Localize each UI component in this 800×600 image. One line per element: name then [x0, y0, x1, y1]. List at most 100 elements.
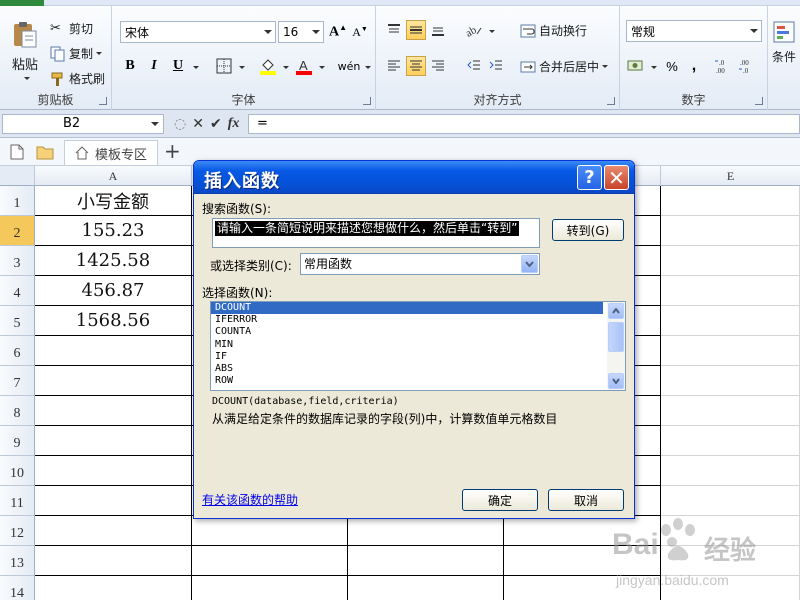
fill-color-button[interactable]: [258, 56, 278, 76]
row-header[interactable]: 3: [0, 246, 35, 276]
copy-button[interactable]: 复制: [50, 45, 103, 62]
grid-cell[interactable]: [661, 216, 800, 246]
border-dropdown-icon[interactable]: [239, 66, 245, 69]
underline-button[interactable]: U: [168, 56, 188, 76]
scroll-down-icon[interactable]: [608, 373, 624, 389]
scroll-thumb[interactable]: [608, 322, 624, 352]
column-header-a[interactable]: A: [35, 166, 192, 186]
row-header[interactable]: 14: [0, 576, 35, 600]
grid-cell[interactable]: 1425.58: [35, 246, 192, 276]
grid-cell[interactable]: [661, 426, 800, 456]
italic-button[interactable]: I: [144, 56, 164, 76]
align-left-button[interactable]: [384, 56, 404, 76]
grid-cell[interactable]: [35, 486, 192, 516]
grid-cell[interactable]: [661, 276, 800, 306]
decrease-indent-button[interactable]: [464, 56, 484, 76]
grid-cell[interactable]: [661, 366, 800, 396]
paste-button[interactable]: 粘贴: [6, 20, 44, 80]
grid-cell[interactable]: [35, 576, 192, 600]
function-list-item[interactable]: IFERROR: [211, 314, 603, 326]
font-color-dropdown-icon[interactable]: [319, 66, 325, 69]
grid-cell[interactable]: [661, 186, 800, 216]
font-size-select[interactable]: 16: [278, 21, 324, 43]
list-scrollbar[interactable]: [607, 302, 625, 390]
format-painter-button[interactable]: 格式刷: [50, 70, 105, 87]
search-function-input[interactable]: 请输入一条简短说明来描述您想做什么，然后单击“转到”: [212, 218, 540, 248]
number-format-select[interactable]: 常规: [626, 20, 762, 42]
grid-cell[interactable]: [192, 516, 348, 546]
folder-icon[interactable]: [36, 144, 54, 160]
column-header-e[interactable]: E: [661, 166, 800, 186]
grid-cell[interactable]: [35, 426, 192, 456]
orientation-dropdown-icon[interactable]: [489, 30, 495, 33]
grid-cell[interactable]: [35, 366, 192, 396]
grid-cell[interactable]: [661, 246, 800, 276]
grid-cell[interactable]: 小写金额: [35, 186, 192, 216]
row-header[interactable]: 1: [0, 186, 35, 216]
decrease-decimal-button[interactable]: .00.0: [738, 56, 758, 76]
merge-dropdown-icon[interactable]: [602, 65, 609, 68]
name-box[interactable]: B2: [2, 114, 164, 134]
align-bottom-button[interactable]: [428, 20, 448, 40]
phonetic-dropdown-icon[interactable]: [365, 66, 371, 69]
fill-color-dropdown-icon[interactable]: [283, 66, 289, 69]
grid-cell[interactable]: [661, 456, 800, 486]
grid-cell[interactable]: [192, 546, 348, 576]
grid-cell[interactable]: [348, 576, 504, 600]
function-list-item[interactable]: IF: [211, 351, 603, 363]
font-color-button[interactable]: A: [294, 56, 314, 76]
paste-dropdown-icon[interactable]: [23, 77, 30, 80]
new-file-icon[interactable]: [10, 144, 24, 160]
resize-handle-icon[interactable]: ◌: [174, 116, 186, 132]
function-list-item[interactable]: COUNTA: [211, 326, 603, 338]
ok-button[interactable]: 确定: [462, 489, 538, 511]
grow-font-button[interactable]: A▲: [328, 22, 348, 42]
add-tab-button[interactable]: +: [164, 140, 181, 162]
grid-cell[interactable]: [192, 576, 348, 600]
cut-button[interactable]: ✂ 剪切: [50, 20, 93, 37]
grid-cell[interactable]: [35, 516, 192, 546]
insert-function-icon[interactable]: fx: [228, 116, 240, 132]
increase-indent-button[interactable]: [486, 56, 506, 76]
select-all-corner[interactable]: [0, 166, 35, 186]
row-header[interactable]: 7: [0, 366, 35, 396]
cancel-formula-icon[interactable]: ✕: [192, 116, 204, 132]
merge-center-button[interactable]: 合并后居中: [520, 58, 609, 75]
scroll-up-icon[interactable]: [608, 303, 624, 319]
enter-formula-icon[interactable]: ✔: [210, 116, 222, 132]
grid-cell[interactable]: [348, 546, 504, 576]
alignment-launcher-icon[interactable]: [607, 97, 615, 105]
function-list-item[interactable]: ROW: [211, 375, 603, 387]
row-header[interactable]: 12: [0, 516, 35, 546]
goto-button[interactable]: 转到(G): [552, 219, 624, 241]
bold-button[interactable]: B: [120, 56, 140, 76]
row-header[interactable]: 10: [0, 456, 35, 486]
row-header[interactable]: 5: [0, 306, 35, 336]
row-header[interactable]: 11: [0, 486, 35, 516]
font-launcher-icon[interactable]: [363, 97, 371, 105]
category-select[interactable]: 常用函数: [300, 253, 540, 275]
close-button[interactable]: ✕: [604, 165, 629, 190]
grid-cell[interactable]: 1568.56: [35, 306, 192, 336]
conditional-format-button[interactable]: 条件: [772, 20, 796, 65]
number-launcher-icon[interactable]: [755, 97, 763, 105]
row-header[interactable]: 9: [0, 426, 35, 456]
grid-cell[interactable]: [35, 336, 192, 366]
clipboard-launcher-icon[interactable]: [99, 97, 107, 105]
grid-cell[interactable]: [35, 456, 192, 486]
grid-cell[interactable]: [661, 306, 800, 336]
row-header[interactable]: 13: [0, 546, 35, 576]
wrap-text-button[interactable]: 自动换行: [520, 22, 587, 39]
help-button[interactable]: ?: [577, 165, 602, 190]
function-list-item[interactable]: DCOUNT: [211, 302, 603, 315]
accounting-format-button[interactable]: [626, 56, 646, 76]
orientation-button[interactable]: ab: [464, 20, 484, 40]
grid-cell[interactable]: 155.23: [35, 216, 192, 246]
accounting-dropdown-icon[interactable]: [651, 66, 657, 69]
grid-cell[interactable]: [348, 516, 504, 546]
align-top-button[interactable]: [384, 20, 404, 40]
row-header[interactable]: 6: [0, 336, 35, 366]
grid-cell[interactable]: 456.87: [35, 276, 192, 306]
copy-dropdown-icon[interactable]: [96, 52, 103, 55]
row-header[interactable]: 4: [0, 276, 35, 306]
